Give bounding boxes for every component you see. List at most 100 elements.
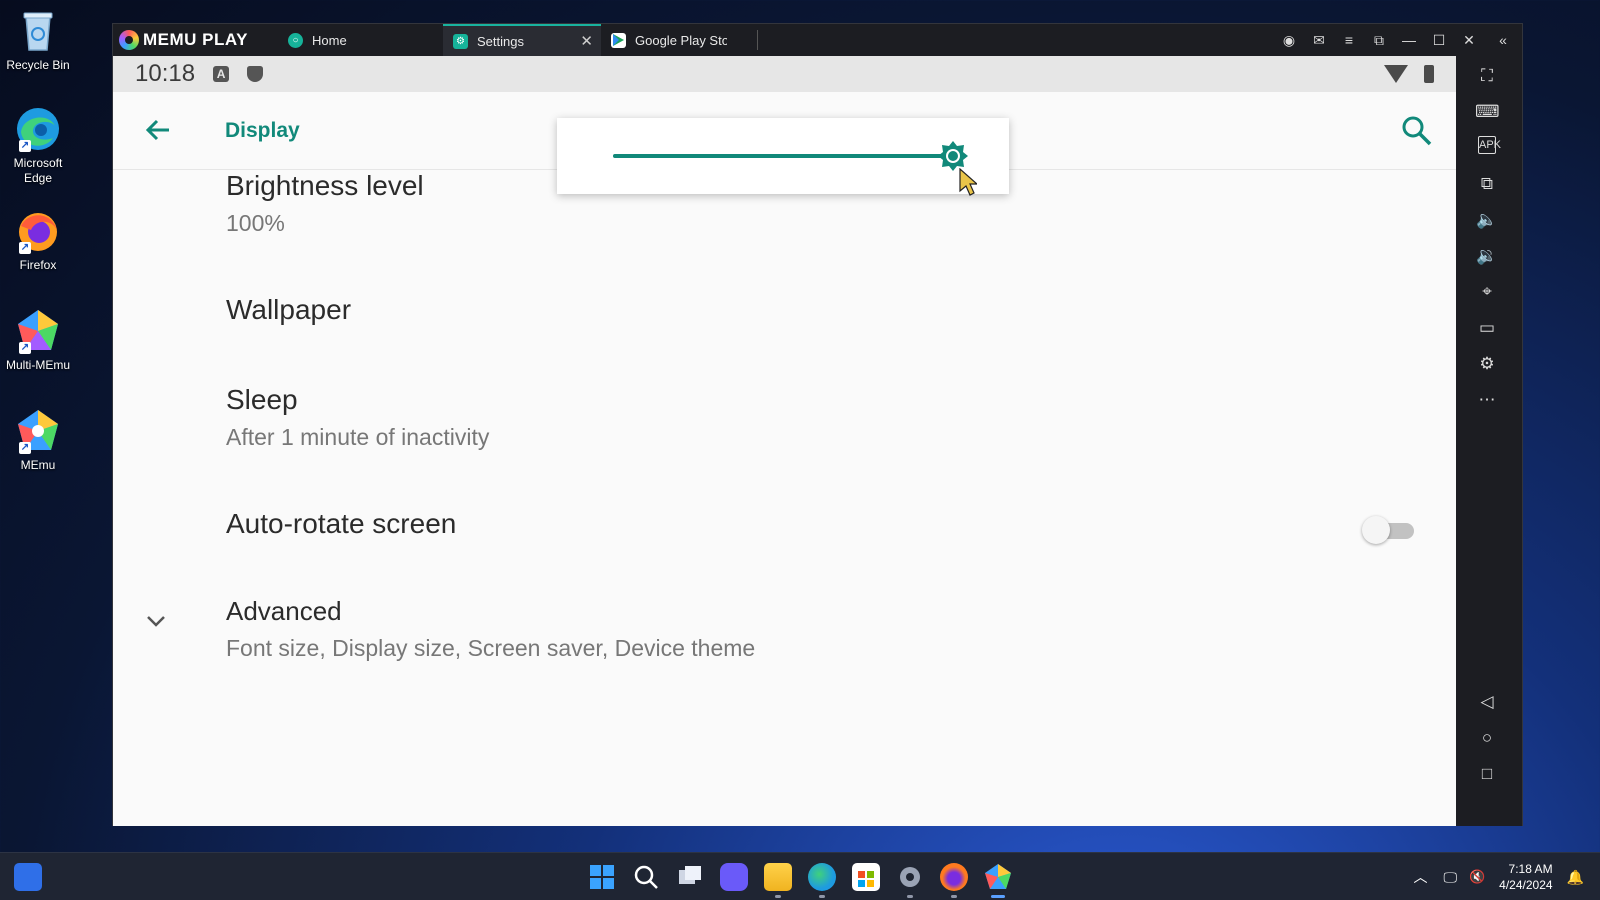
auto-rotate-toggle[interactable] [1362,516,1414,544]
back-arrow-icon[interactable] [143,115,175,147]
system-tray: ︿ 🖵 🔇 7:18 AM 4/24/2024 🔔 [1413,853,1600,900]
widgets-icon[interactable] [14,863,42,891]
setting-auto-rotate[interactable]: Auto-rotate screen [113,508,1456,544]
memu-icon: ↗ [15,408,61,454]
fullscreen-icon[interactable]: ⛶ [1475,64,1499,88]
running-indicator [991,895,1005,898]
firefox-taskbar-icon[interactable] [940,863,968,898]
tab-home[interactable]: ○ Home [278,24,443,56]
settings-taskbar-icon[interactable] [896,863,924,898]
network-icon[interactable]: 🖵 [1443,869,1457,886]
setting-wallpaper[interactable]: Wallpaper [113,294,1456,326]
nav-recents-icon[interactable]: □ [1475,762,1499,786]
page-title: Display [225,118,300,142]
account-icon[interactable]: ◉ [1274,24,1304,56]
setting-title: Advanced [226,596,342,626]
running-indicator [775,895,781,898]
volume-up-icon[interactable]: 🔈 [1475,208,1499,232]
window-controls: ◉ ✉ ≡ ⧉ — ☐ ✕ « [1274,24,1522,56]
running-indicator [819,895,825,898]
status-clock: 10:18 [135,60,196,87]
start-icon[interactable] [588,863,616,891]
multi-window-icon[interactable]: ⧉ [1475,172,1499,196]
desktop-icon-label: Microsoft Edge [0,156,76,186]
brightness-slider-fill [613,154,953,158]
folder-icon[interactable]: ▭ [1475,316,1499,340]
brightness-popup [557,118,1009,196]
collapse-sidebar-icon[interactable]: « [1484,24,1522,56]
setting-title: Auto-rotate screen [226,508,457,539]
store-icon[interactable] [852,863,880,891]
memu-tabbar: MEMU PLAY ○ Home ⚙ Settings ✕ Google Pla… [113,24,1522,56]
menu-icon[interactable]: ≡ [1334,24,1364,56]
memu-brand: MEMU PLAY [143,30,248,49]
setting-advanced[interactable]: Advanced Font size, Display size, Screen… [113,596,1456,662]
setting-title: Sleep [226,384,298,415]
volume-down-icon[interactable]: 🔉 [1475,244,1499,268]
edge-taskbar-icon[interactable] [808,863,836,898]
setting-subtitle: Font size, Display size, Screen saver, D… [226,635,756,661]
notification-bell-icon[interactable]: 🔔 [1567,869,1584,886]
setting-subtitle: 100% [226,210,285,236]
chevron-down-icon [145,610,167,632]
task-view-icon[interactable] [676,863,704,891]
taskbar-search-icon[interactable] [632,863,660,891]
home-tab-icon: ○ [288,32,303,48]
brightness-slider-track[interactable] [613,141,968,171]
tray-date: 4/24/2024 [1499,878,1553,892]
multi-memu-icon: ↗ [15,308,61,354]
nav-back-icon[interactable]: ◁ [1475,690,1499,714]
recycle-bin-icon [15,8,61,54]
desktop-icon-label: Recycle Bin [6,58,70,72]
desktop-icon-edge[interactable]: ↗ Microsoft Edge [0,106,76,186]
memu-logo-icon [119,30,139,50]
setting-title: Wallpaper [226,294,352,325]
maximize-icon[interactable]: ☐ [1424,24,1454,56]
more-options-icon[interactable]: ⋯ [1475,388,1499,412]
firefox-icon: ↗ [15,208,61,254]
desktop-icon-multi-memu[interactable]: ↗ Multi-MEmu [0,308,76,373]
desktop-icon-firefox[interactable]: ↗ Firefox [0,208,76,273]
play-store-icon [611,32,626,48]
tab-settings[interactable]: ⚙ Settings ✕ [443,24,601,56]
toggle-thumb [1362,516,1390,544]
close-icon[interactable]: ✕ [1454,24,1484,56]
memu-window: MEMU PLAY ○ Home ⚙ Settings ✕ Google Pla… [112,23,1523,826]
status-right [1384,65,1434,83]
desktop-icon-label: Multi-MEmu [5,358,70,372]
tray-clock[interactable]: 7:18 AM 4/24/2024 [1499,861,1552,893]
file-explorer-icon[interactable] [764,863,792,898]
shield-icon [247,66,264,82]
volume-icon[interactable]: 🔇 [1469,869,1485,885]
minimize-icon[interactable]: — [1394,24,1424,56]
notification-a-icon: A [213,66,230,82]
tab-google-play[interactable]: Google Play Store [601,24,757,56]
tab-close-icon[interactable]: ✕ [580,32,593,50]
search-icon[interactable] [1400,114,1434,148]
settings-gear-icon[interactable]: ⚙ [1475,352,1499,376]
nav-home-icon[interactable]: ○ [1475,726,1499,750]
mail-icon[interactable]: ✉ [1304,24,1334,56]
location-icon[interactable]: ⌖ [1475,280,1499,304]
tab-label: Google Play Store [635,32,727,48]
setting-subtitle: After 1 minute of inactivity [226,424,490,450]
setting-sleep[interactable]: Sleep After 1 minute of inactivity [113,384,1456,451]
wifi-icon [1384,65,1408,83]
desktop-icon-recycle-bin[interactable]: Recycle Bin [0,8,76,73]
tab-label: Home [312,32,347,48]
android-screen: 10:18 A Display Brightness level 100% Wa… [113,56,1456,826]
edge-label: Microsoft Edge [13,156,63,185]
running-indicator [951,895,957,898]
mouse-cursor-icon [959,167,979,196]
keyboard-icon[interactable]: ⌨ [1475,100,1500,124]
memu-taskbar-icon[interactable] [984,863,1012,898]
desktop-icon-memu[interactable]: ↗ MEmu [0,408,76,473]
tab-label: Settings [477,33,524,49]
tab-separator [757,30,758,50]
apk-install-icon[interactable]: APK [1478,136,1501,154]
chat-icon[interactable] [720,863,748,891]
desktop-icon-label: MEmu [20,458,56,472]
memu-logo: MEMU PLAY [113,24,278,56]
tray-chevron-up-icon[interactable]: ︿ [1413,867,1427,887]
screen-mirror-icon[interactable]: ⧉ [1364,24,1394,56]
